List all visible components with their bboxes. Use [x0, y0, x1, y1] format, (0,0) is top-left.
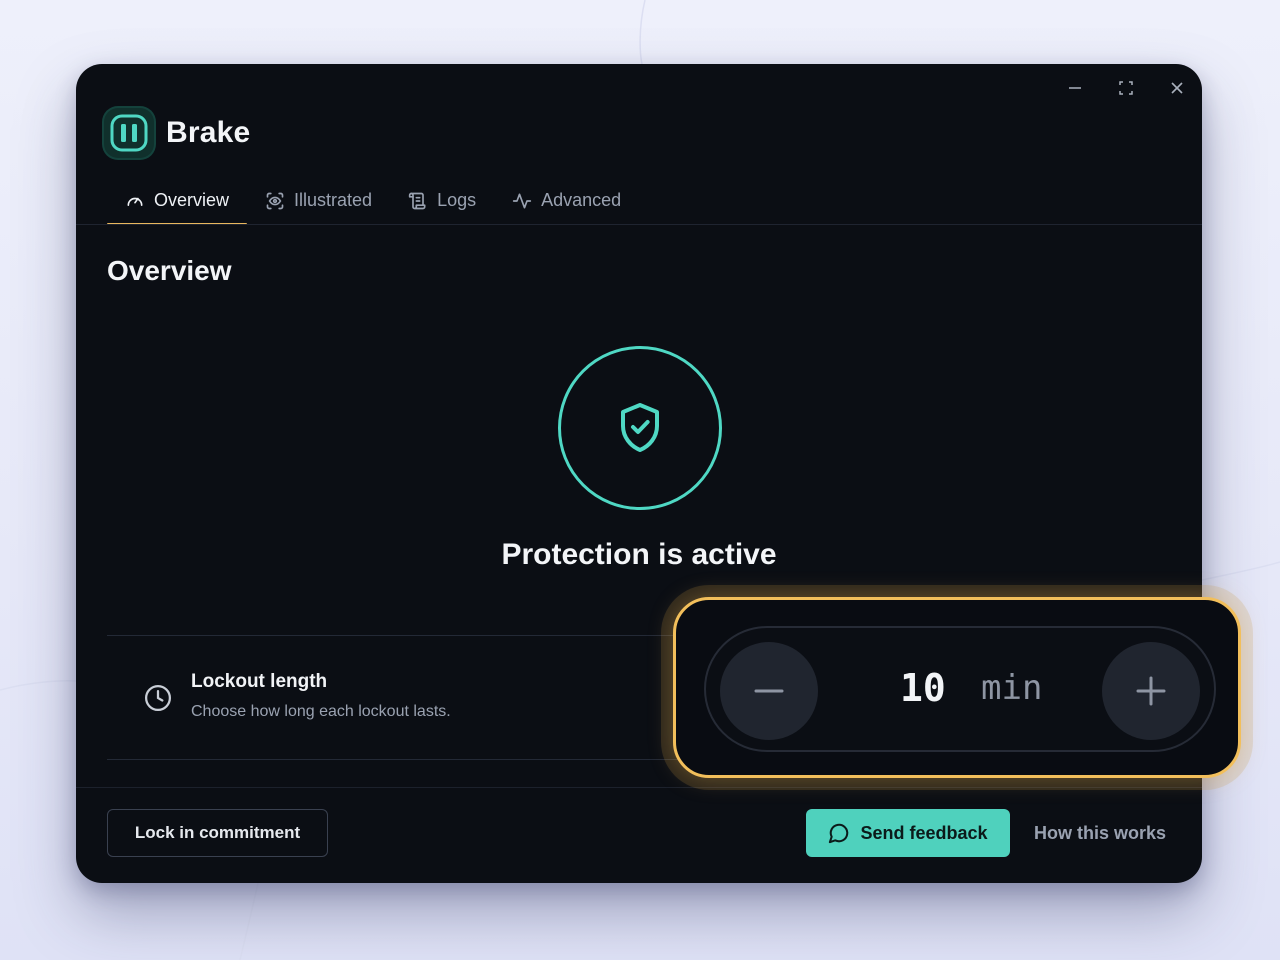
maximize-icon [1119, 81, 1133, 95]
plus-icon [1136, 676, 1166, 706]
app-brand: Brake [104, 108, 250, 158]
scroll-icon [408, 192, 426, 209]
tab-logs[interactable]: Logs [390, 176, 494, 225]
clock-icon [143, 683, 173, 718]
maximize-button[interactable] [1106, 72, 1146, 104]
minimize-icon [1069, 87, 1081, 89]
pause-logo-icon [104, 108, 154, 158]
protection-status-text: Protection is active [501, 538, 777, 571]
send-feedback-label: Send feedback [860, 822, 988, 843]
tab-bar: Overview Illustrated Logs Advanced [107, 176, 639, 225]
tab-divider [76, 224, 1202, 225]
how-this-works-link[interactable]: How this works [1034, 823, 1166, 844]
status-ring [558, 346, 722, 510]
activity-icon [512, 193, 532, 208]
shield-check-icon [621, 403, 659, 452]
lockout-value: 10 [900, 666, 946, 710]
decrease-button[interactable] [720, 642, 818, 740]
tab-label: Overview [154, 190, 230, 210]
lockout-unit: min [981, 668, 1043, 708]
stepper-highlight: 10 min [673, 597, 1241, 778]
tab-overview[interactable]: Overview [107, 176, 248, 225]
lock-commitment-button[interactable]: Lock in commitment [107, 809, 328, 857]
footer-divider [76, 787, 1202, 788]
scan-eye-icon [266, 192, 284, 209]
message-circle-icon [829, 823, 849, 844]
tab-label: Logs [437, 190, 477, 210]
tab-advanced[interactable]: Advanced [494, 176, 639, 225]
minimize-button[interactable] [1055, 72, 1095, 104]
tab-label: Advanced [541, 190, 622, 210]
gauge-icon [127, 197, 143, 206]
increase-button[interactable] [1102, 642, 1200, 740]
tab-illustrated[interactable]: Illustrated [247, 176, 390, 225]
tab-label: Illustrated [294, 190, 373, 210]
lockout-length-stepper: 10 min [704, 626, 1216, 752]
minus-icon [754, 689, 784, 693]
app-name: Brake [166, 116, 251, 149]
setting-title: Lockout length [191, 671, 328, 692]
page-title: Overview [107, 255, 232, 286]
close-icon [1171, 82, 1183, 94]
send-feedback-button[interactable]: Send feedback [806, 809, 1010, 857]
close-window-button[interactable] [1157, 72, 1197, 104]
setting-description: Choose how long each lockout lasts. [191, 703, 451, 720]
